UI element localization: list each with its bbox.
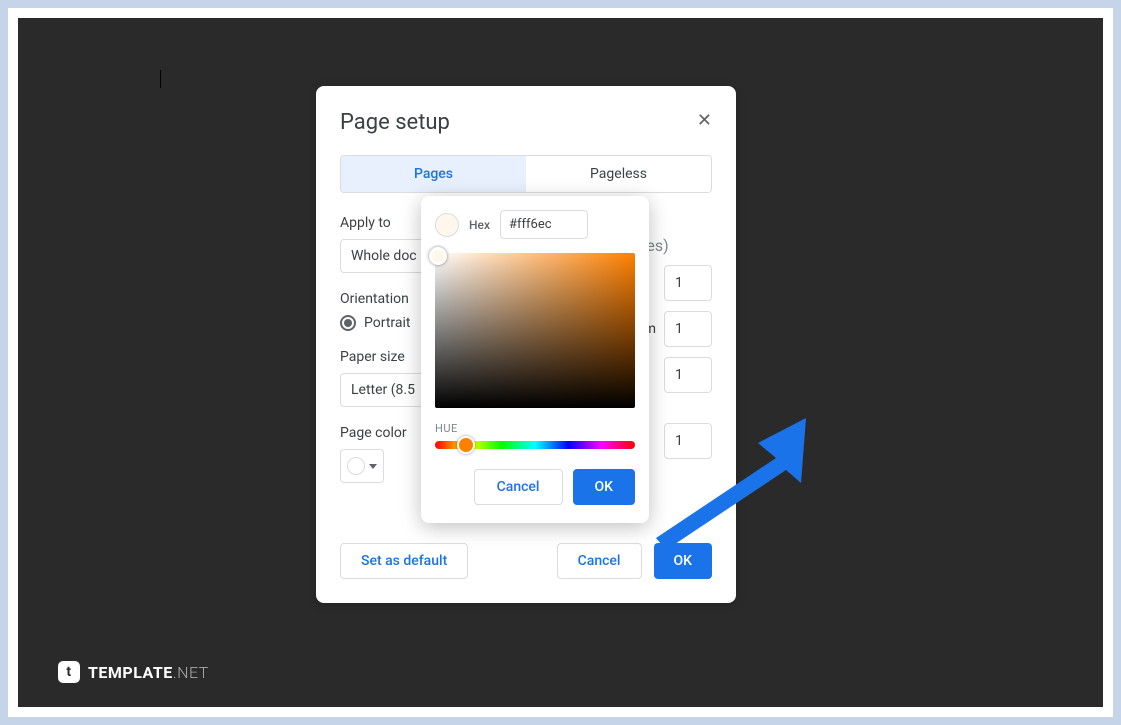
close-icon[interactable]: ✕ — [697, 110, 712, 131]
hex-input[interactable] — [500, 210, 588, 239]
saturation-value-area[interactable] — [435, 253, 635, 408]
tab-pages[interactable]: Pages — [341, 156, 526, 192]
radio-portrait[interactable] — [340, 315, 356, 331]
brand-logo-icon: t — [58, 661, 80, 683]
radio-portrait-label: Portrait — [364, 315, 410, 331]
dialog-cancel-button[interactable]: Cancel — [557, 543, 642, 579]
picker-ok-button[interactable]: OK — [573, 469, 636, 505]
set-default-button[interactable]: Set as default — [340, 543, 468, 579]
sv-cursor-icon[interactable] — [429, 247, 447, 265]
dialog-title: Page setup — [340, 110, 712, 135]
branding: t TEMPLATE.NET — [58, 661, 209, 683]
dialog-tabs: Pages Pageless — [340, 155, 712, 193]
chevron-down-icon — [369, 464, 377, 469]
margin-right-input[interactable] — [664, 311, 712, 347]
hue-thumb[interactable] — [457, 436, 475, 454]
tab-pageless[interactable]: Pageless — [526, 156, 711, 192]
color-swatch-icon — [347, 457, 365, 475]
hue-label: HUE — [435, 422, 635, 435]
margin-left-input[interactable] — [664, 423, 712, 459]
brand-name-light: .NET — [173, 663, 209, 682]
picker-cancel-button[interactable]: Cancel — [474, 469, 563, 505]
hue-slider[interactable] — [435, 441, 635, 449]
brand-name-bold: TEMPLATE — [88, 663, 173, 682]
margin-top-input[interactable] — [664, 265, 712, 301]
dialog-ok-button[interactable]: OK — [654, 543, 713, 579]
apply-to-select[interactable]: Whole doc — [340, 239, 430, 273]
hex-label: Hex — [469, 218, 490, 232]
color-picker-popover: Hex HUE Cancel OK — [421, 196, 649, 523]
text-cursor — [160, 70, 161, 88]
color-preview-swatch — [435, 213, 459, 237]
margin-bottom-input[interactable] — [664, 357, 712, 393]
page-color-button[interactable] — [340, 449, 384, 483]
paper-size-select[interactable]: Letter (8.5 — [340, 373, 430, 407]
